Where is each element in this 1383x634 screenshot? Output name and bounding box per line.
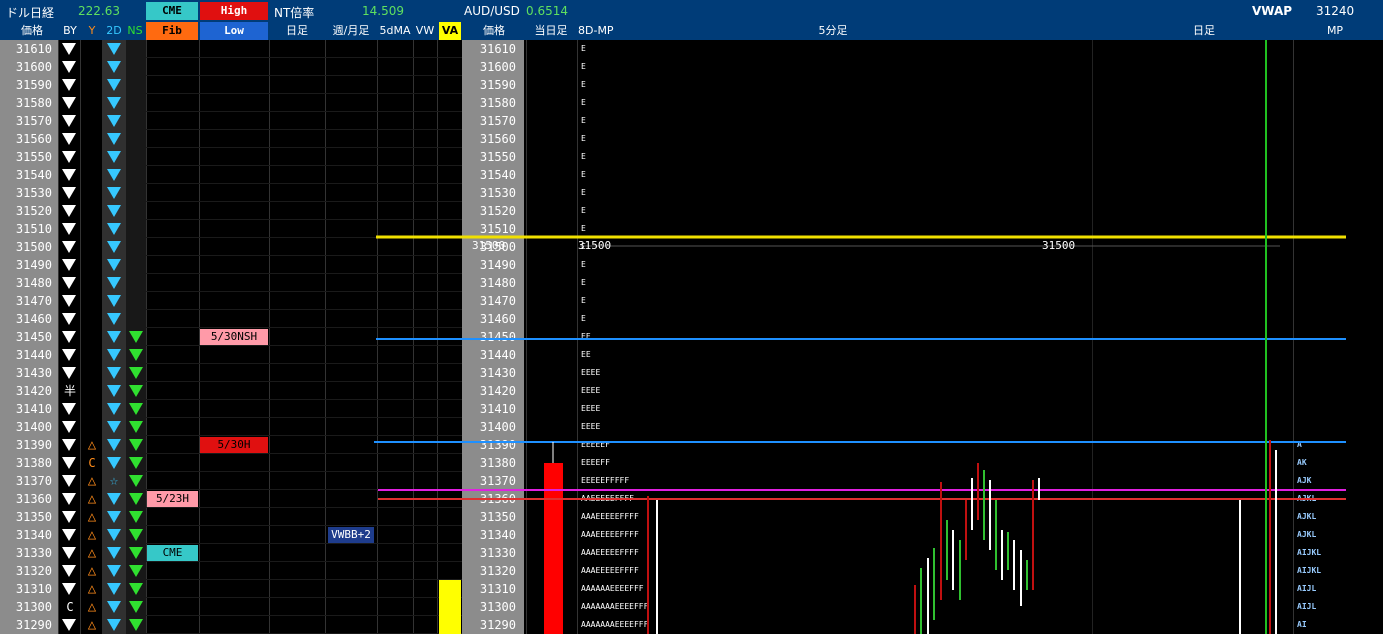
level-label-31500-c: 31500: [1042, 239, 1076, 252]
level-label-31500-a: 31500: [472, 239, 506, 252]
level-label-31500-b: 31500: [578, 239, 612, 252]
candles: [647, 440, 1277, 634]
chart-overlay: [374, 40, 1346, 634]
